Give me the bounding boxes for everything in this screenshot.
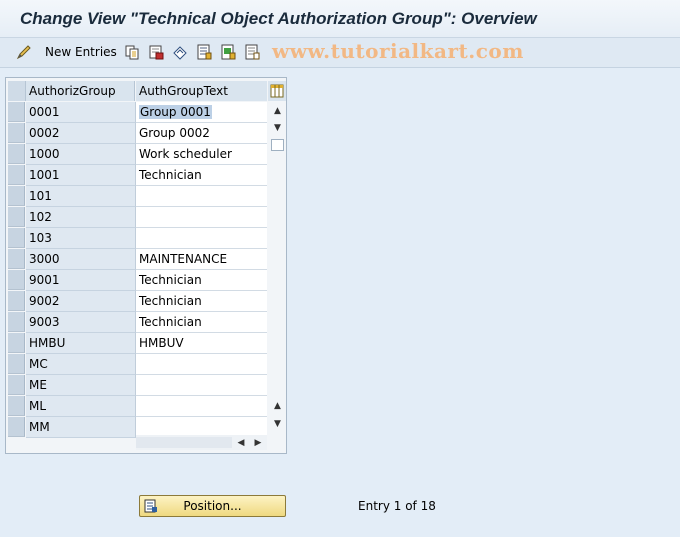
watermark-text: www.tutorialkart.com bbox=[272, 39, 524, 63]
scroll-up-icon[interactable]: ▲ bbox=[269, 102, 286, 119]
table-row: 0001 Group 0001 bbox=[8, 102, 267, 123]
cell-authgrouptext-input[interactable] bbox=[136, 354, 267, 375]
row-selector[interactable] bbox=[8, 123, 25, 143]
row-selector[interactable] bbox=[8, 270, 25, 290]
table-row: 103 bbox=[8, 228, 267, 249]
cell-authgroup: 3000 bbox=[26, 249, 136, 270]
cell-authgroup: 102 bbox=[26, 207, 136, 228]
cell-authgrouptext-input[interactable]: Work scheduler bbox=[136, 144, 267, 165]
horizontal-scrollbar[interactable]: ◀ ▶ bbox=[136, 435, 267, 450]
table-row: 1001 Technician bbox=[8, 165, 267, 186]
position-button-label: Position... bbox=[183, 499, 242, 513]
row-selector[interactable] bbox=[8, 312, 25, 332]
entry-counter: Entry 1 of 18 bbox=[358, 499, 436, 513]
window-title: Change View "Technical Object Authorizat… bbox=[20, 9, 537, 28]
cell-authgrouptext-input[interactable]: Technician bbox=[136, 291, 267, 312]
cell-authgroup: 9001 bbox=[26, 270, 136, 291]
select-all-rows-button[interactable] bbox=[8, 81, 26, 101]
cell-authgrouptext-input[interactable]: Group 0001 bbox=[136, 102, 267, 123]
row-selector[interactable] bbox=[8, 354, 25, 374]
position-button[interactable]: Position... bbox=[139, 495, 286, 517]
table-row: MC bbox=[8, 354, 267, 375]
cell-authgroup: MC bbox=[26, 354, 136, 375]
table-row: 3000 MAINTENANCE bbox=[8, 249, 267, 270]
cell-authgroup: 1000 bbox=[26, 144, 136, 165]
row-selector[interactable] bbox=[8, 144, 25, 164]
deselect-all-icon[interactable] bbox=[244, 44, 260, 60]
cell-authgroup: MM bbox=[26, 417, 136, 438]
table-row: 0002 Group 0002 bbox=[8, 123, 267, 144]
table-row: 102 bbox=[8, 207, 267, 228]
row-selector[interactable] bbox=[8, 291, 25, 311]
cell-authgroup: ME bbox=[26, 375, 136, 396]
row-selector[interactable] bbox=[8, 417, 25, 437]
row-selector[interactable] bbox=[8, 186, 25, 206]
table-row: ML bbox=[8, 396, 267, 417]
table-control: AuthorizGroup AuthGroupText 0001 Group 00… bbox=[5, 77, 287, 454]
row-selector[interactable] bbox=[8, 333, 25, 353]
cell-authgroup: HMBU bbox=[26, 333, 136, 354]
row-selector[interactable] bbox=[8, 228, 25, 248]
cell-authgrouptext-input[interactable]: MAINTENANCE bbox=[136, 249, 267, 270]
column-header-authgrouptext[interactable]: AuthGroupText bbox=[136, 81, 267, 101]
table-row: HMBU HMBUV bbox=[8, 333, 267, 354]
table-row: 9001 Technician bbox=[8, 270, 267, 291]
cell-authgroup: 0002 bbox=[26, 123, 136, 144]
undo-change-icon[interactable] bbox=[172, 44, 188, 60]
cell-authgrouptext-input[interactable]: Technician bbox=[136, 165, 267, 186]
copy-icon[interactable] bbox=[124, 44, 140, 60]
cell-authgrouptext-input[interactable]: Technician bbox=[136, 270, 267, 291]
row-selector[interactable] bbox=[8, 249, 25, 269]
cell-authgroup: 1001 bbox=[26, 165, 136, 186]
cell-authgroup: 101 bbox=[26, 186, 136, 207]
scrollbar-thumb[interactable] bbox=[271, 139, 284, 151]
scroll-page-down-icon[interactable]: ▼ bbox=[269, 119, 286, 136]
cell-authgrouptext-input[interactable] bbox=[136, 207, 267, 228]
cell-authgroup: ML bbox=[26, 396, 136, 417]
table-row: 9003 Technician bbox=[8, 312, 267, 333]
cell-authgroup: 103 bbox=[26, 228, 136, 249]
cell-authgrouptext-input[interactable]: Group 0002 bbox=[136, 123, 267, 144]
cell-authgrouptext-input[interactable] bbox=[136, 228, 267, 249]
row-selector[interactable] bbox=[8, 375, 25, 395]
select-all-icon[interactable] bbox=[196, 44, 212, 60]
table-row: 101 bbox=[8, 186, 267, 207]
scroll-right-icon[interactable]: ▶ bbox=[251, 435, 265, 450]
title-bar: Change View "Technical Object Authorizat… bbox=[0, 0, 680, 38]
new-entries-button[interactable]: New Entries bbox=[45, 45, 117, 59]
application-toolbar: New Entries www.tutorialkart.com bbox=[0, 38, 680, 68]
table-settings-icon[interactable] bbox=[268, 81, 286, 101]
cell-authgroup: 0001 bbox=[26, 102, 136, 123]
scroll-down-icon[interactable]: ▼ bbox=[269, 415, 286, 432]
vertical-scrollbar[interactable]: ▲ ▼ ▲ ▼ bbox=[269, 102, 286, 432]
row-selector[interactable] bbox=[8, 207, 25, 227]
column-header-authgroup[interactable]: AuthorizGroup bbox=[26, 81, 135, 101]
cell-authgrouptext-input[interactable]: Technician bbox=[136, 312, 267, 333]
table-row: 9002 Technician bbox=[8, 291, 267, 312]
table-row: 1000 Work scheduler bbox=[8, 144, 267, 165]
cell-authgroup: 9003 bbox=[26, 312, 136, 333]
cell-authgroup: 9002 bbox=[26, 291, 136, 312]
cell-selected-text: Group 0001 bbox=[139, 105, 212, 119]
delete-icon[interactable] bbox=[148, 44, 164, 60]
cell-authgrouptext-input[interactable]: HMBUV bbox=[136, 333, 267, 354]
cell-authgrouptext-input[interactable] bbox=[136, 375, 267, 396]
row-selector[interactable] bbox=[8, 102, 25, 122]
scroll-page-up-icon[interactable]: ▲ bbox=[269, 397, 286, 414]
row-selector[interactable] bbox=[8, 396, 25, 416]
cell-authgrouptext-input[interactable] bbox=[136, 396, 267, 417]
table-row: ME bbox=[8, 375, 267, 396]
pencil-glasses-icon[interactable] bbox=[16, 44, 32, 60]
horizontal-scroll-track[interactable] bbox=[136, 437, 232, 448]
cell-authgrouptext-input[interactable] bbox=[136, 186, 267, 207]
scroll-left-icon[interactable]: ◀ bbox=[234, 435, 248, 450]
row-selector[interactable] bbox=[8, 165, 25, 185]
select-block-icon[interactable] bbox=[220, 44, 236, 60]
